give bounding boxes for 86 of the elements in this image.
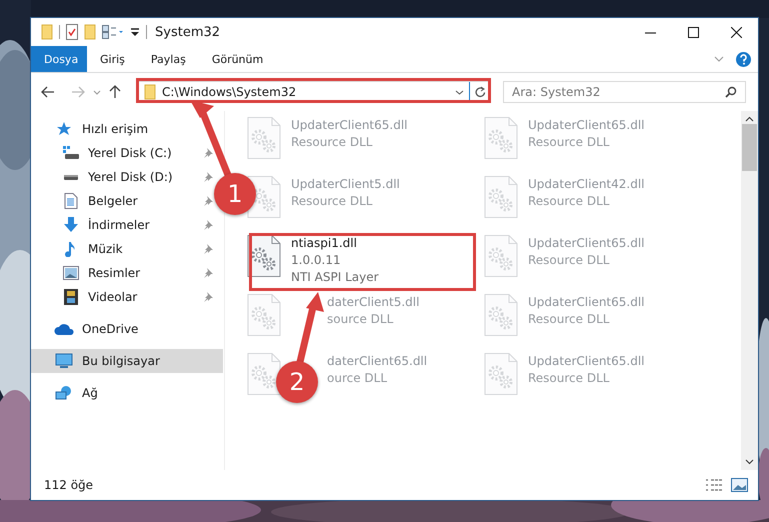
sidebar-item[interactable]: Bu bilgisayar [31,349,223,373]
window-title: System32 [155,24,222,40]
folder-icon [144,84,156,100]
sidebar-item[interactable]: Ağ [31,381,223,405]
file-name: UpdaterClient42.dll [528,176,645,193]
ribbon-tab[interactable]: Paylaş [138,46,199,72]
expand-ribbon-icon[interactable] [714,56,724,62]
dll-file-icon [484,353,518,395]
file-name: daterClient65.dll [327,353,428,370]
dll-file-icon [247,294,281,336]
ribbon-tab[interactable]: Giriş [87,46,138,72]
file-version: 1.0.0.11 [291,252,341,269]
dll-file-icon [484,176,518,218]
sidebar-item[interactable]: Hızlı erişim [31,117,223,141]
scroll-up-icon[interactable] [745,116,754,122]
pin-icon[interactable] [203,268,213,278]
search-field[interactable]: Ara: System32 [503,81,746,103]
file-name: UpdaterClient65.dll [528,294,645,311]
item-count: 112 öğe [44,478,94,492]
file-description: Resource DLL [528,252,610,269]
pin-icon[interactable] [203,172,213,182]
sidebar-item[interactable]: Yerel Disk (D:) [31,165,177,189]
recent-dropdown-icon[interactable] [93,90,101,94]
pictures-icon [63,266,79,280]
scroll-down-icon[interactable] [745,459,754,465]
file-description: Resource DLL [528,193,610,210]
sidebar-item[interactable]: Resimler [31,261,144,285]
maximize-icon[interactable] [688,26,699,38]
network-icon [55,385,73,401]
file-description: ource DLL [327,370,388,387]
file-name: daterClient5.dll [327,294,420,311]
pin-icon[interactable] [203,148,213,158]
search-icon [725,86,737,98]
file-name: UpdaterClient5.dll [291,176,400,193]
file-description: Resource DLL [291,193,372,210]
file-name: UpdaterClient65.dll [291,117,408,134]
sidebar-item[interactable]: Videolar [31,285,142,309]
dll-file-icon [247,117,281,159]
customize-dropdown-icon[interactable] [130,27,140,37]
star-icon [56,121,72,137]
sidebar-item[interactable]: Müzik [31,237,127,261]
pin-icon[interactable] [203,244,213,254]
computer-icon [55,353,73,369]
file-description: NTI ASPI Layer [291,269,379,286]
address-bar[interactable]: C:\Windows\System32 [137,81,491,103]
back-arrow-icon[interactable] [41,86,55,98]
file-name: UpdaterClient65.dll [528,235,645,252]
file-name: UpdaterClient65.dll [528,117,645,134]
file-name: UpdaterClient65.dll [528,353,645,370]
cloud-icon [54,323,74,335]
file-description: source DLL [327,311,394,328]
dll-file-icon [484,294,518,336]
sidebar-item[interactable]: İndirmeler [31,213,154,237]
pointer-arrow [296,292,324,363]
sidebar-item[interactable]: Belgeler [31,189,142,213]
pin-icon[interactable] [203,220,213,230]
up-arrow-icon[interactable] [109,85,121,99]
music-icon [65,241,77,257]
refresh-icon[interactable] [474,86,486,98]
details-view-icon[interactable] [705,478,723,492]
close-icon[interactable] [731,26,742,38]
scrollbar-thumb[interactable] [742,124,757,171]
help-icon[interactable] [736,52,751,66]
download-icon [63,217,79,233]
pin-icon[interactable] [203,292,213,302]
ribbon-tab[interactable]: Dosya [31,46,87,72]
file-description: Resource DLL [528,370,610,387]
dll-file-icon [484,117,518,159]
pin-icon[interactable] [203,196,213,206]
sidebar-item[interactable]: OneDrive [31,317,223,341]
view-menu-icon[interactable] [102,25,124,39]
file-description: Resource DLL [528,311,610,328]
file-name: ntiaspi1.dll [291,235,357,252]
sidebar-item[interactable]: Yerel Disk (C:) [31,141,176,165]
large-icons-view-icon[interactable] [731,478,748,492]
ribbon-tab[interactable]: Görünüm [198,46,276,72]
properties-icon[interactable] [66,24,78,40]
drive-icon [62,172,80,182]
dropdown-icon[interactable] [454,90,464,94]
file-description: Resource DLL [291,134,372,151]
dll-file-icon [247,353,281,395]
file-description: Resource DLL [528,134,610,151]
dll-file-icon [484,235,518,277]
document-icon [64,193,78,209]
film-icon [64,289,78,305]
drive-icon [62,145,80,161]
